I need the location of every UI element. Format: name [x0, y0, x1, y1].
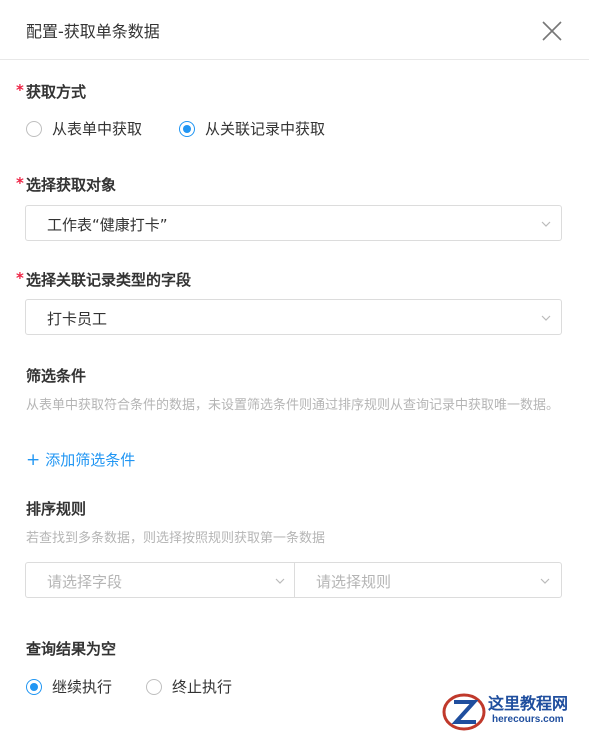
target-label: 选择获取对象 — [26, 176, 117, 194]
sort-hint: 若查找到多条数据，则选择按照规则获取第一条数据 — [26, 531, 326, 546]
relation-field-value: 打卡员工 — [47, 310, 108, 328]
relation-field-label: 选择关联记录类型的字段 — [26, 271, 192, 289]
radio-continue[interactable]: 继续执行 — [26, 676, 112, 697]
relation-field-select[interactable]: 打卡员工 — [25, 299, 562, 335]
sort-field-select[interactable]: 请选择字段 — [26, 563, 294, 597]
radio-label: 终止执行 — [172, 678, 233, 696]
sort-field-placeholder: 请选择字段 — [47, 573, 123, 591]
add-filter-label: 添加筛选条件 — [45, 451, 136, 469]
dialog-header: 配置-获取单条数据 — [0, 0, 589, 60]
chevron-down-icon — [275, 578, 285, 584]
chevron-down-icon — [540, 578, 550, 584]
sort-label: 排序规则 — [26, 500, 87, 518]
radio-label: 从关联记录中获取 — [205, 120, 326, 138]
empty-result-label: 查询结果为空 — [26, 640, 117, 658]
watermark-z-icon — [442, 693, 486, 731]
target-value: 工作表“健康打卡” — [47, 216, 168, 234]
close-icon[interactable] — [540, 19, 564, 43]
chevron-down-icon — [541, 221, 551, 227]
radio-circle[interactable] — [26, 120, 42, 137]
watermark-logo: 这里教程网 herecours.com — [440, 690, 589, 733]
sort-rule-select[interactable]: 请选择规则 — [295, 563, 561, 597]
add-filter-button[interactable]: + 添加筛选条件 — [26, 449, 135, 470]
radio-circle-selected[interactable] — [179, 120, 195, 137]
required-mark: * — [16, 269, 24, 287]
radio-label: 从表单中获取 — [52, 120, 143, 138]
chevron-down-icon — [541, 315, 551, 321]
sort-rule-placeholder: 请选择规则 — [316, 573, 392, 591]
watermark-url: herecours.com — [492, 714, 564, 725]
plus-icon: + — [26, 449, 41, 470]
target-select[interactable]: 工作表“健康打卡” — [25, 205, 562, 241]
sort-selects: 请选择字段 请选择规则 — [25, 562, 562, 598]
radio-from-relation[interactable]: 从关联记录中获取 — [179, 118, 325, 139]
required-mark: * — [16, 174, 24, 192]
radio-circle-selected[interactable] — [26, 678, 42, 695]
radio-terminate[interactable]: 终止执行 — [146, 676, 232, 697]
method-label: 获取方式 — [26, 83, 87, 101]
radio-label: 继续执行 — [52, 678, 113, 696]
dialog-title: 配置-获取单条数据 — [26, 22, 160, 41]
filter-hint: 从表单中获取符合条件的数据，未设置筛选条件则通过排序规则从查询记录中获取唯一数据… — [26, 398, 560, 413]
watermark-title: 这里教程网 — [488, 694, 569, 713]
radio-circle[interactable] — [146, 678, 162, 695]
required-mark: * — [16, 81, 24, 99]
filter-label: 筛选条件 — [26, 367, 87, 385]
radio-from-form[interactable]: 从表单中获取 — [26, 118, 142, 139]
